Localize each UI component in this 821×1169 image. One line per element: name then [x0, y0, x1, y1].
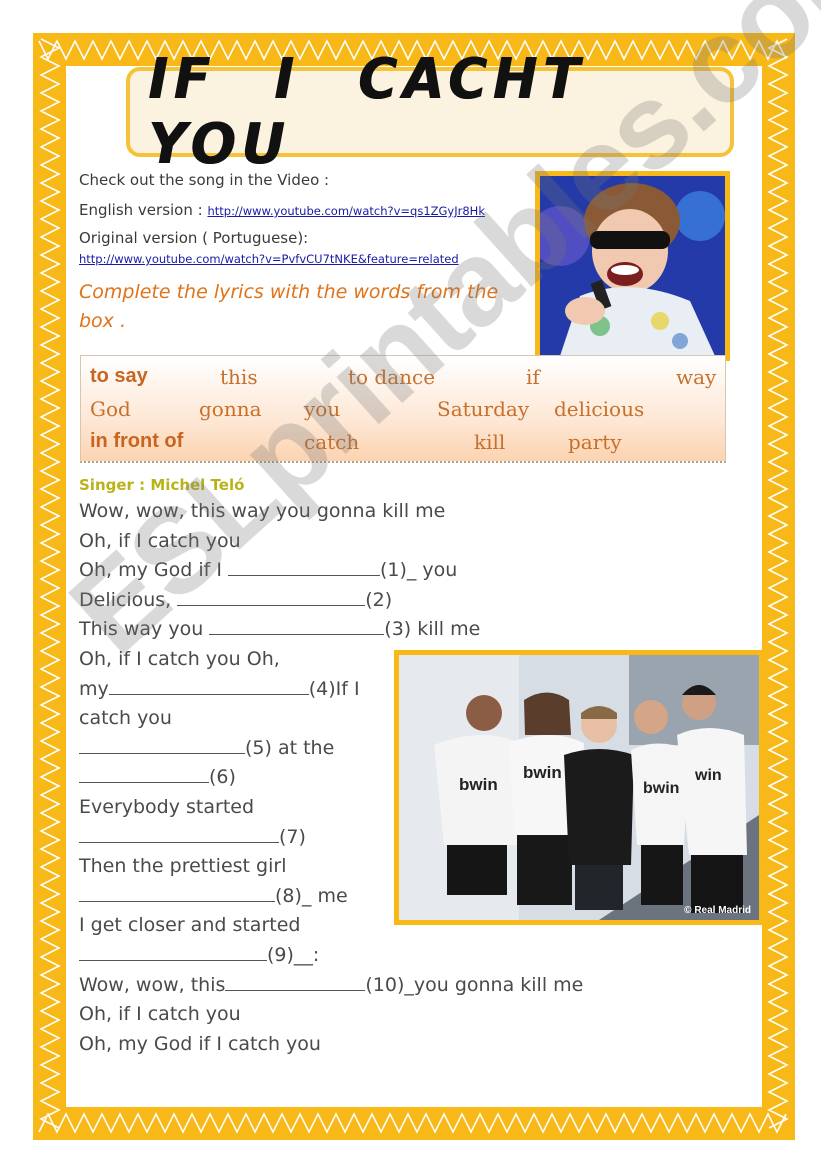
lyric-text: my — [79, 677, 109, 700]
lyric-text: (9)__: — [267, 943, 320, 966]
lyric-text: (6) — [209, 766, 236, 789]
lyric-line: Oh, if I catch you — [79, 1003, 241, 1026]
lyric-line: Wow, wow, this (10)_you gonna kill me — [79, 971, 583, 1001]
singer-photo-illustration — [540, 176, 725, 356]
svg-text:bwin: bwin — [643, 780, 679, 797]
lyric-text: (3) kill me — [384, 618, 481, 641]
group-photo-illustration: bwin bwin bwin win — [399, 655, 759, 920]
word-bank-item: this — [220, 365, 258, 389]
original-version-label: Original version ( Portuguese): — [79, 229, 309, 247]
group-photo: bwin bwin bwin win © Real Madrid — [394, 650, 764, 925]
word-bank-box: to say this to dance if way God gonna yo… — [80, 355, 726, 463]
blank-7[interactable] — [79, 824, 279, 843]
page-title: IF I CACHT YOU — [148, 47, 585, 177]
svg-text:bwin: bwin — [523, 763, 562, 782]
lyric-line: Oh, my God if I catch you — [79, 1032, 321, 1055]
zigzag-stroke — [38, 1112, 787, 1134]
blank-8[interactable] — [79, 883, 275, 902]
english-version-label: English version : — [79, 201, 208, 219]
blank-9[interactable] — [79, 942, 267, 961]
intro-heading: Check out the song in the Video : — [79, 171, 330, 189]
original-version-link[interactable]: http://www.youtube.com/watch?v=PvfvCU7tN… — [79, 252, 459, 266]
english-version-link[interactable]: http://www.youtube.com/watch?v=qs1ZGyJr8… — [207, 204, 485, 218]
blank-5[interactable] — [79, 735, 245, 754]
original-version-line: http://www.youtube.com/watch?v=PvfvCU7tN… — [79, 247, 485, 269]
singer-label: Singer : Michel Teló — [79, 476, 245, 494]
word-bank-item: if — [526, 365, 540, 389]
lyric-text: (2) — [365, 588, 393, 611]
blank-3[interactable] — [209, 616, 385, 636]
zigzag-stroke — [767, 38, 789, 1129]
word-bank-item: you — [304, 397, 341, 421]
lyric-line: (9)__: — [79, 941, 583, 971]
lyric-text: (7) — [279, 825, 306, 848]
word-bank-item: kill — [474, 430, 506, 454]
lyric-line: This way you (3) kill me — [79, 615, 583, 645]
word-bank-item: to say — [90, 365, 148, 387]
word-bank-item: to dance — [348, 365, 436, 389]
lyric-text: (5) at the — [245, 736, 335, 759]
lyric-text: Delicious, — [79, 588, 178, 611]
lyric-text: (4)If I — [308, 677, 360, 700]
blank-10[interactable] — [225, 972, 366, 991]
word-bank-item: gonna — [199, 397, 262, 421]
lyric-line: Oh, if I catch you — [79, 529, 241, 552]
lyric-line: Oh, my God if I (1)_ you — [79, 556, 583, 586]
word-bank-item: God — [90, 397, 131, 421]
blank-1[interactable] — [227, 557, 380, 577]
word-bank-item: Saturday — [437, 397, 530, 421]
lyric-line: Delicious, (2) — [79, 586, 583, 616]
intro-section: Check out the song in the Video : Englis… — [79, 169, 485, 277]
lyric-text: Oh, my God if I — [79, 559, 228, 582]
svg-text:bwin: bwin — [459, 775, 498, 794]
svg-text:win: win — [694, 767, 722, 784]
lyric-text: (1)_ you — [379, 559, 458, 582]
instruction-text: Complete the lyrics with the words from … — [79, 281, 499, 332]
english-version-line: English version : http://www.youtube.com… — [79, 199, 485, 221]
singer-photo — [535, 171, 730, 361]
blank-2[interactable] — [177, 587, 366, 606]
word-bank-item: catch — [304, 430, 360, 454]
lyric-text: (8)_ me — [275, 884, 348, 907]
lyric-text: (10)_you gonna kill me — [365, 973, 584, 996]
word-bank-item: party — [568, 430, 622, 454]
lyric-text: Wow, wow, this — [79, 973, 226, 996]
photo-credit: © Real Madrid — [684, 905, 751, 916]
blank-4[interactable] — [108, 676, 309, 695]
blank-6[interactable] — [79, 764, 209, 784]
word-bank-item: in front of — [90, 430, 184, 452]
lyric-line: Wow, wow, this way you gonna kill me — [79, 500, 446, 522]
word-bank-item: way — [676, 365, 717, 389]
word-bank-item: delicious — [554, 397, 645, 421]
zigzag-stroke — [39, 38, 61, 1129]
lyric-text: This way you — [79, 618, 210, 641]
title-banner: IF I CACHT YOU — [126, 47, 734, 177]
